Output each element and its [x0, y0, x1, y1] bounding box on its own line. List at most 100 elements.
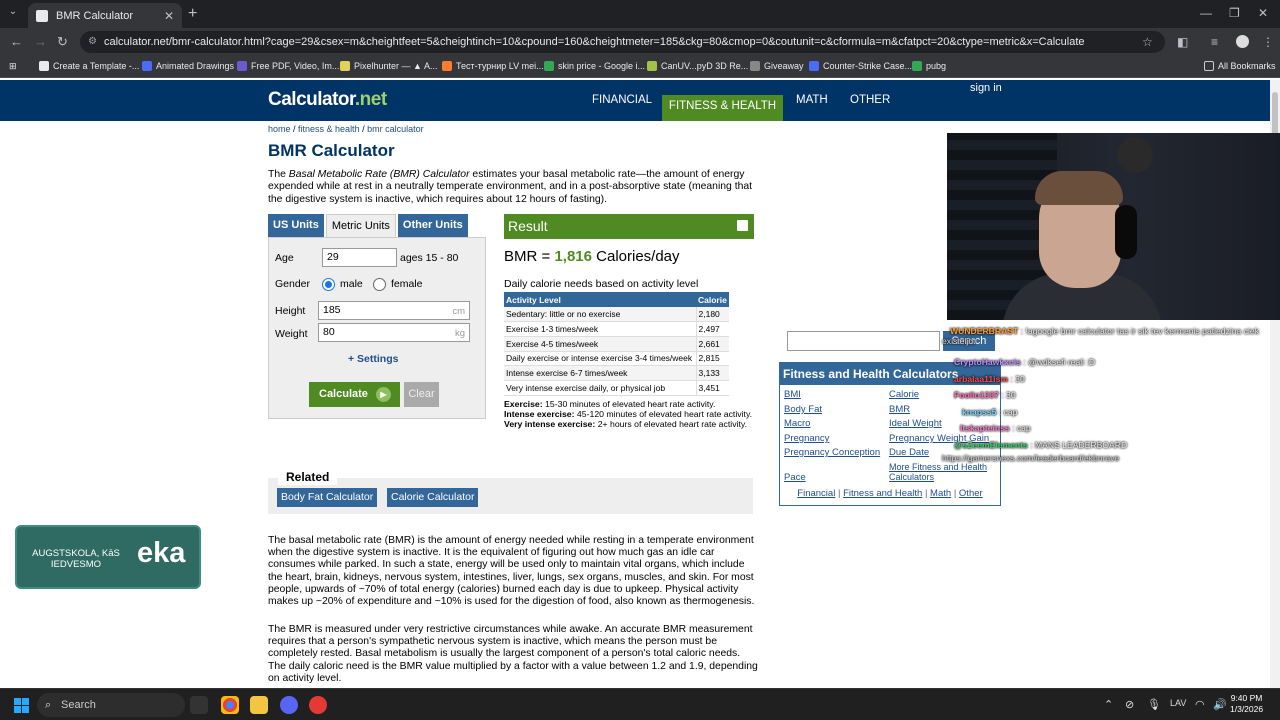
new-tab-icon[interactable]: +: [188, 5, 197, 23]
link-bmr[interactable]: BMR: [889, 404, 910, 415]
address-bar[interactable]: ⚙ calculator.net/bmr-calculator.html?cag…: [80, 31, 1165, 53]
taskbar-search[interactable]: ⌕ Search: [37, 693, 185, 717]
system-clock[interactable]: 9:40 PM 1/3/2026: [1230, 693, 1263, 715]
browser-tab-strip: ⌄ BMR Calculator ✕ + — ❐ ✕: [0, 0, 1280, 28]
file-explorer-icon[interactable]: [250, 696, 268, 714]
extensions-icon[interactable]: ◧: [1177, 35, 1188, 49]
bookmark-item[interactable]: Тест-турнир LV mei...: [442, 61, 544, 71]
breadcrumb-fitness[interactable]: fitness & health: [298, 124, 360, 134]
bookmark-item[interactable]: Create a Template -...: [39, 61, 139, 71]
link-bmi[interactable]: BMI: [784, 389, 801, 400]
related-title: Related: [278, 469, 338, 485]
bookmark-item[interactable]: skin price - Google i...: [544, 61, 645, 71]
tab-other-units[interactable]: Other Units: [397, 214, 468, 238]
bookmarks-bar: ⊞ Create a Template -... Animated Drawin…: [0, 56, 1280, 78]
minimize-icon[interactable]: —: [1200, 6, 1212, 20]
link-calorie[interactable]: Calorie: [889, 389, 919, 400]
table-row: Exercise 1-3 times/week 2,497: [504, 321, 729, 337]
male-label[interactable]: male: [340, 278, 363, 290]
bookmark-item[interactable]: Giveaway: [750, 61, 804, 71]
browser-tab[interactable]: BMR Calculator ✕: [28, 3, 182, 28]
chat-line: Foolio1337 : 30: [954, 390, 1016, 400]
start-icon[interactable]: [14, 698, 29, 713]
bmr-result: BMR = 1,816 Calories/day: [504, 248, 680, 265]
age-hint: ages 15 - 80: [400, 252, 459, 264]
mic-icon[interactable]: 🎙: [1147, 698, 1161, 711]
calorie-cell: 3,133: [695, 365, 729, 381]
forward-icon[interactable]: →: [34, 34, 47, 49]
calorie-calculator-link[interactable]: Calorie Calculator: [387, 488, 479, 507]
maximize-icon[interactable]: ❐: [1229, 6, 1240, 20]
all-bookmarks[interactable]: All Bookmarks: [1204, 61, 1276, 71]
age-label: Age: [275, 252, 294, 264]
nav-math[interactable]: MATH: [796, 94, 828, 106]
footer-link-math[interactable]: Math: [930, 488, 951, 499]
bookmark-star-icon[interactable]: ☆: [1142, 35, 1153, 49]
breadcrumb-home[interactable]: home: [268, 124, 291, 134]
settings-link[interactable]: + Settings: [348, 353, 398, 365]
tray-overflow-icon[interactable]: ⌃: [1104, 698, 1113, 711]
tab-us-units[interactable]: US Units: [268, 214, 324, 238]
chrome-icon[interactable]: [221, 696, 239, 714]
activity-level-cell: Very intense exercise daily, or physical…: [504, 380, 696, 396]
bookmark-item[interactable]: Pixelhunter — ▲ A...: [340, 61, 437, 71]
link-body-fat[interactable]: Body Fat: [784, 404, 822, 415]
tab-close-icon[interactable]: ✕: [164, 9, 174, 23]
female-label[interactable]: female: [391, 278, 423, 290]
female-radio[interactable]: [373, 278, 386, 291]
nav-fitness-health[interactable]: FITNESS & HEALTH: [662, 95, 783, 121]
link-due-date[interactable]: Due Date: [889, 447, 929, 458]
clear-button[interactable]: Clear: [404, 382, 439, 407]
link-ideal-weight[interactable]: Ideal Weight: [889, 418, 942, 429]
site-logo[interactable]: Calculator.net: [268, 89, 387, 111]
search-input[interactable]: [787, 331, 940, 351]
url-text: calculator.net/bmr-calculator.html?cage=…: [104, 36, 1085, 48]
app-icon[interactable]: [309, 696, 327, 714]
table-row: Very intense exercise daily, or physical…: [504, 380, 729, 396]
bookmark-item[interactable]: pubg: [912, 61, 946, 71]
profile-avatar[interactable]: [1236, 35, 1249, 48]
save-icon[interactable]: [737, 220, 748, 231]
nav-financial[interactable]: FINANCIAL: [592, 94, 652, 106]
media-icon[interactable]: ≡: [1211, 35, 1218, 49]
sign-in-link[interactable]: sign in: [970, 82, 1002, 94]
male-radio[interactable]: [322, 278, 335, 291]
volume-icon[interactable]: 🔊: [1213, 698, 1227, 711]
footer-link-fitness[interactable]: Fitness and Health: [843, 488, 922, 499]
footer-link-financial[interactable]: Financial: [797, 488, 835, 499]
bookmark-item[interactable]: CanUV...pyD 3D Re...: [647, 61, 748, 71]
bookmark-item[interactable]: Free PDF, Video, Im...: [237, 61, 339, 71]
calculate-button[interactable]: Calculate ▶: [309, 382, 400, 407]
discord-icon[interactable]: [280, 696, 298, 714]
network-icon[interactable]: ⊘: [1125, 698, 1134, 711]
tab-search-icon[interactable]: ⌄: [5, 6, 21, 22]
age-input[interactable]: 29: [322, 248, 397, 267]
language-indicator[interactable]: LAV: [1170, 698, 1186, 708]
link-pregnancy[interactable]: Pregnancy: [784, 433, 829, 444]
activity-level-cell: Daily exercise or intense exercise 3-4 t…: [504, 351, 696, 367]
task-view-icon[interactable]: [190, 696, 208, 714]
col-calorie: Calorie: [696, 292, 729, 307]
apps-icon[interactable]: ⊞: [9, 61, 17, 72]
site-info-icon[interactable]: ⚙: [88, 31, 97, 53]
nav-other[interactable]: OTHER: [850, 94, 890, 106]
wifi-icon[interactable]: ◠: [1195, 698, 1205, 711]
height-input[interactable]: 185 cm: [318, 301, 470, 320]
reload-icon[interactable]: ↻: [57, 34, 68, 50]
height-label: Height: [275, 305, 306, 317]
link-pace[interactable]: Pace: [784, 472, 806, 483]
link-macro[interactable]: Macro: [784, 418, 810, 429]
body-fat-calculator-link[interactable]: Body Fat Calculator: [277, 488, 378, 507]
tab-metric-units[interactable]: Metric Units: [325, 214, 396, 238]
footer-link-other[interactable]: Other: [959, 488, 983, 499]
weight-input[interactable]: 80 kg: [318, 323, 470, 342]
link-more-fitness[interactable]: More Fitness and Health Calculators: [889, 462, 999, 482]
menu-icon[interactable]: ⋮: [1262, 35, 1274, 49]
bookmark-item[interactable]: Counter-Strike Case...: [809, 61, 912, 71]
window-close-icon[interactable]: ✕: [1258, 6, 1268, 20]
link-pregnancy-conception[interactable]: Pregnancy Conception: [784, 447, 880, 458]
back-icon[interactable]: ←: [10, 34, 23, 49]
page-title: BMR Calculator: [268, 141, 395, 160]
breadcrumb-bmr[interactable]: bmr calculator: [367, 124, 424, 134]
bookmark-item[interactable]: Animated Drawings: [142, 61, 234, 71]
